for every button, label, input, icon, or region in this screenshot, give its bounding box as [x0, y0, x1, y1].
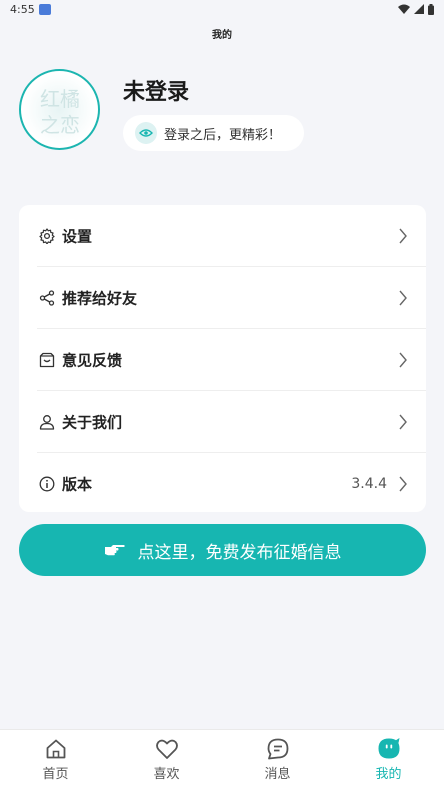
menu-item-label: 版本 — [62, 475, 93, 493]
status-bar: 4:55 — [0, 0, 444, 18]
menu-item-feedback[interactable]: 意见反馈 — [19, 329, 426, 390]
chevron-right-icon — [399, 352, 407, 367]
tab-label: 喜欢 — [153, 767, 180, 782]
username[interactable]: 未登录 — [123, 74, 189, 106]
heart-icon — [155, 739, 178, 759]
svg-text:红橘: 红橘 — [40, 87, 80, 111]
menu-item-label: 关于我们 — [62, 413, 123, 431]
wifi-icon — [398, 4, 410, 14]
profile-icon — [378, 738, 399, 759]
tab-mine[interactable]: 我的 — [333, 730, 444, 789]
status-time: 4:55 — [10, 2, 35, 16]
avatar-logo-art: 红橘 之恋 — [40, 87, 80, 137]
chevron-right-icon — [399, 414, 407, 429]
eye-icon — [135, 122, 157, 144]
menu-item-label: 推荐给好友 — [62, 289, 138, 307]
publish-info-button[interactable]: 点这里，免费发布征婚信息 — [19, 524, 426, 576]
menu-item-label: 设置 — [62, 227, 93, 245]
info-icon — [39, 476, 55, 491]
menu-item-about[interactable]: 关于我们 — [19, 391, 426, 452]
tab-label: 我的 — [375, 767, 402, 782]
battery-icon — [428, 3, 434, 15]
pointing-hand-icon — [104, 545, 125, 556]
tab-likes[interactable]: 喜欢 — [111, 730, 222, 789]
svg-text:之恋: 之恋 — [40, 113, 80, 137]
avatar[interactable]: 红橘 之恋 — [19, 69, 100, 150]
home-icon — [46, 739, 65, 759]
tab-home[interactable]: 首页 — [0, 730, 111, 789]
page-title: 我的 — [212, 30, 232, 41]
chevron-right-icon — [399, 228, 407, 243]
chevron-right-icon — [399, 476, 407, 491]
menu-item-share[interactable]: 推荐给好友 — [19, 267, 426, 328]
login-hint[interactable]: 登录之后，更精彩！ — [123, 115, 304, 151]
tab-label: 首页 — [42, 767, 69, 782]
tab-label: 消息 — [264, 767, 291, 782]
bottom-tab-bar: 首页 喜欢 消息 我的 — [0, 729, 444, 789]
chevron-right-icon — [399, 290, 407, 305]
app-notification-icon — [38, 3, 51, 15]
publish-info-label: 点这里，免费发布征婚信息 — [137, 542, 342, 563]
gear-icon — [39, 227, 55, 244]
tab-messages[interactable]: 消息 — [222, 730, 333, 789]
version-value: 3.4.4 — [351, 475, 387, 492]
menu-card: 设置 推荐给好友 意见反馈 关于我们 版本 3.4.4 — [19, 205, 426, 512]
menu-item-settings[interactable]: 设置 — [19, 205, 426, 266]
feedback-icon — [39, 352, 55, 367]
menu-item-label: 意见反馈 — [62, 351, 123, 369]
user-icon — [39, 414, 55, 430]
signal-icon — [414, 4, 424, 14]
message-icon — [267, 738, 288, 760]
share-icon — [39, 289, 55, 306]
menu-item-version[interactable]: 版本 3.4.4 — [19, 453, 426, 514]
avatar-logo: 红橘 之恋 — [23, 73, 96, 146]
login-hint-text: 登录之后，更精彩！ — [164, 127, 282, 143]
